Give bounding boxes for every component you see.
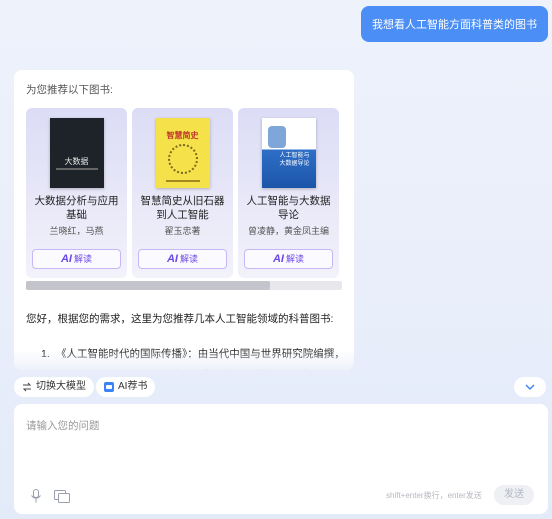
ai-recommend-button[interactable]: AI荐书 xyxy=(96,377,156,397)
chevron-down-icon xyxy=(525,384,535,390)
reply-intro: 您好，根据您的需求，这里为您推荐几本人工智能领域的科普图书: xyxy=(26,313,334,325)
ai-read-button[interactable]: AI 解读 xyxy=(138,249,227,269)
book-title[interactable]: 大数据分析与应用基础 xyxy=(30,194,123,222)
carousel-scrollbar[interactable] xyxy=(26,281,342,290)
send-button[interactable]: 发送 xyxy=(494,485,534,505)
text-fade-overlay xyxy=(14,350,354,370)
chat-input-panel: shift+enter换行，enter发送 发送 xyxy=(14,404,548,514)
switch-icon xyxy=(22,382,32,392)
book-carousel: 大数据 大数据分析与应用基础 兰晓红，马燕 AI 解读 智慧简史 智慧简史从旧石… xyxy=(26,108,342,278)
assistant-reply-card: 为您推荐以下图书: 大数据 大数据分析与应用基础 兰晓红，马燕 AI 解读 智慧… xyxy=(14,70,354,370)
book-cover[interactable]: 大数据 xyxy=(49,118,104,188)
book-card[interactable]: 人工智能与大数据导论 人工智能与大数据导论 曾凌静，黄金凤主编 AI 解读 xyxy=(238,108,339,278)
image-upload-icon[interactable] xyxy=(54,490,70,503)
ai-logo-icon: AI xyxy=(166,253,178,265)
recommend-heading: 为您推荐以下图书: xyxy=(26,84,113,96)
ai-read-button[interactable]: AI 解读 xyxy=(244,249,333,269)
book-title[interactable]: 人工智能与大数据导论 xyxy=(242,194,335,222)
book-card[interactable]: 大数据 大数据分析与应用基础 兰晓红，马燕 AI 解读 xyxy=(26,108,127,278)
switch-model-button[interactable]: 切换大模型 xyxy=(14,377,94,397)
ai-read-label: 解读 xyxy=(179,254,198,264)
book-cover[interactable]: 人工智能与大数据导论 xyxy=(261,118,316,188)
scroll-down-button[interactable] xyxy=(514,377,546,397)
book-cover[interactable]: 智慧简史 xyxy=(155,118,210,188)
ai-read-button[interactable]: AI 解读 xyxy=(32,249,121,269)
book-author: 翟玉忠著 xyxy=(164,226,201,236)
question-input[interactable] xyxy=(26,416,526,436)
ai-logo-icon: AI xyxy=(272,253,284,265)
book-title[interactable]: 智慧简史从旧石器到人工智能 xyxy=(136,194,229,222)
ai-read-label: 解读 xyxy=(285,254,304,264)
user-message-bubble: 我想看人工智能方面科普类的图书 xyxy=(361,6,548,42)
book-author: 曾凌静，黄金凤主编 xyxy=(247,226,329,236)
ai-logo-icon: AI xyxy=(60,253,72,265)
switch-model-label: 切换大模型 xyxy=(36,381,86,392)
send-hint: shift+enter换行，enter发送 xyxy=(386,491,482,500)
ai-book-icon xyxy=(104,382,114,392)
microphone-icon[interactable] xyxy=(30,489,42,503)
book-card[interactable]: 智慧简史 智慧简史从旧石器到人工智能 翟玉忠著 AI 解读 xyxy=(132,108,233,278)
carousel-scrollbar-thumb[interactable] xyxy=(26,281,270,290)
ai-recommend-label: AI荐书 xyxy=(118,381,148,392)
ai-read-label: 解读 xyxy=(73,254,92,264)
book-author: 兰晓红，马燕 xyxy=(49,226,104,236)
